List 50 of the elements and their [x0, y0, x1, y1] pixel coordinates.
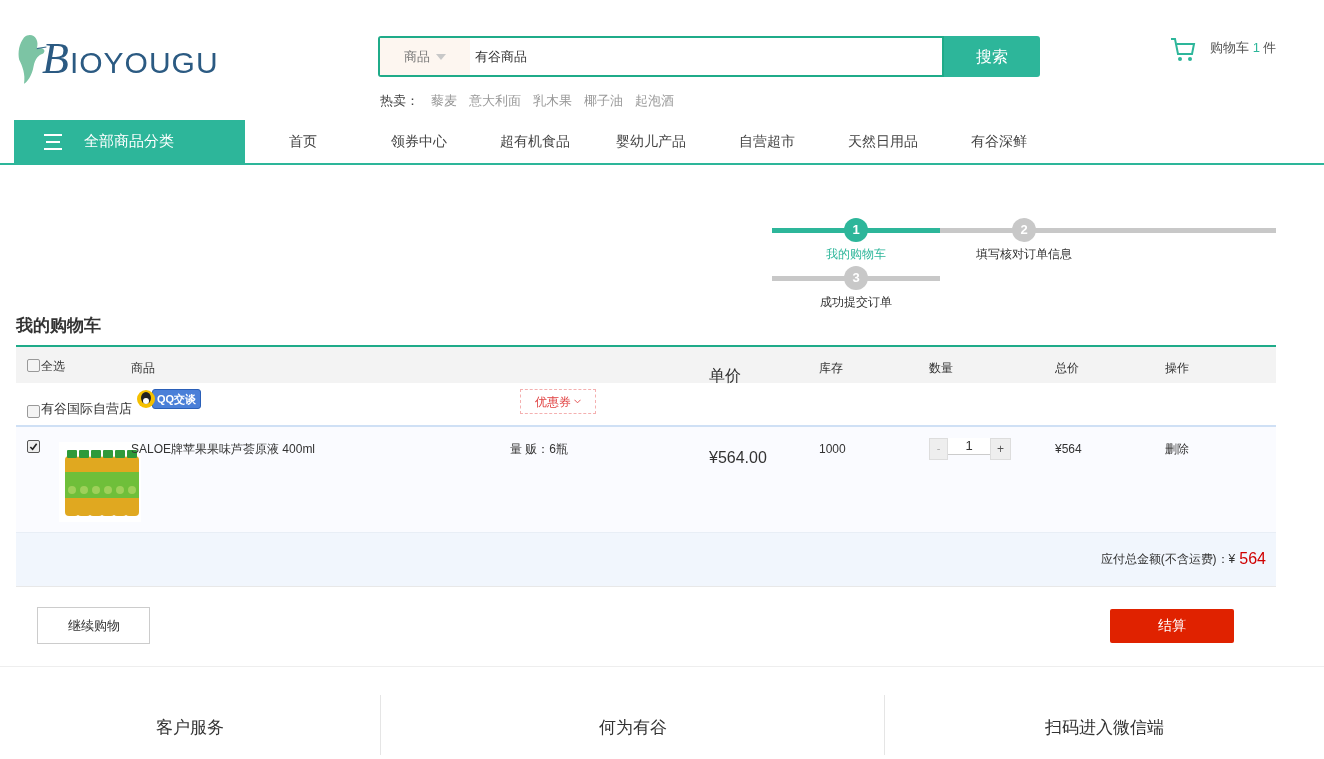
unit-price: ¥564.00	[709, 447, 768, 468]
coupon-button[interactable]: 优惠券	[520, 389, 597, 414]
step-label: 我的购物车	[826, 246, 886, 263]
step-label: 成功提交订单	[820, 293, 892, 311]
increase-button[interactable]: +	[990, 437, 1011, 460]
store-checkbox[interactable]	[27, 405, 40, 419]
checkout-button[interactable]: 结算	[1110, 608, 1234, 643]
nav-tab[interactable]: 有谷深鲜	[941, 131, 1057, 152]
step-label: 填写核对订单信息	[976, 246, 1072, 263]
search-field[interactable]: 商品 有谷商品	[378, 36, 944, 77]
nav-tab[interactable]: 超有机食品	[477, 131, 593, 152]
search-value: 有谷商品	[474, 47, 527, 66]
select-all-checkbox[interactable]	[27, 359, 40, 372]
cart-icon	[1170, 36, 1196, 62]
footer-heading: 何为有谷	[598, 716, 667, 739]
continue-shopping-button[interactable]: 继续购物	[37, 607, 150, 644]
logo-text: BIOYOUGU	[42, 33, 219, 85]
footer-heading: 客户服务	[156, 716, 224, 739]
nav-tab[interactable]: 领券中心	[361, 131, 477, 152]
caret-icon	[436, 53, 446, 60]
step-number: 1	[844, 218, 868, 242]
select-all-label: 全选	[41, 357, 65, 375]
nav-tab[interactable]: 天然日用品	[825, 131, 941, 152]
column-header: 单价	[709, 365, 742, 385]
cart-link[interactable]: 购物车 1 件	[1170, 36, 1277, 62]
nav-tab[interactable]: 首页	[245, 131, 361, 152]
hot-label: 热卖：	[380, 92, 419, 110]
column-header: 商品	[131, 359, 156, 377]
quantity-field[interactable]: 1	[948, 437, 990, 455]
item-checkbox[interactable]	[27, 439, 40, 453]
column-header: 库存	[819, 359, 844, 377]
scope-dropdown[interactable]: 商品	[380, 38, 470, 75]
penguin-icon	[136, 388, 156, 409]
nav-tab[interactable]: 婴幼儿产品	[593, 131, 709, 152]
column-header: 数量	[929, 359, 954, 377]
footer-heading: 扫码进入微信端	[1045, 716, 1164, 739]
store-name: 有谷国际自营店	[41, 399, 132, 418]
stock-count: 1000	[819, 440, 847, 458]
total-amount: 564	[1239, 549, 1266, 569]
total-label: 应付总金额(不含运费)：¥	[1100, 551, 1236, 568]
chevron-icon	[574, 399, 582, 404]
product-spec: 量 贩：6瓶	[510, 440, 569, 458]
column-header: 操作	[1165, 359, 1190, 377]
delete-link[interactable]: 删除	[1165, 426, 1276, 458]
column-header: 总价	[1055, 359, 1080, 377]
menu-icon	[44, 133, 62, 150]
product-name: SALOE牌苹果果味芦荟原液 400ml	[131, 440, 317, 458]
item-total: ¥564	[1055, 440, 1083, 458]
nav-tab[interactable]: 自营超市	[709, 131, 825, 152]
cart-title: 我的购物车	[16, 315, 102, 337]
